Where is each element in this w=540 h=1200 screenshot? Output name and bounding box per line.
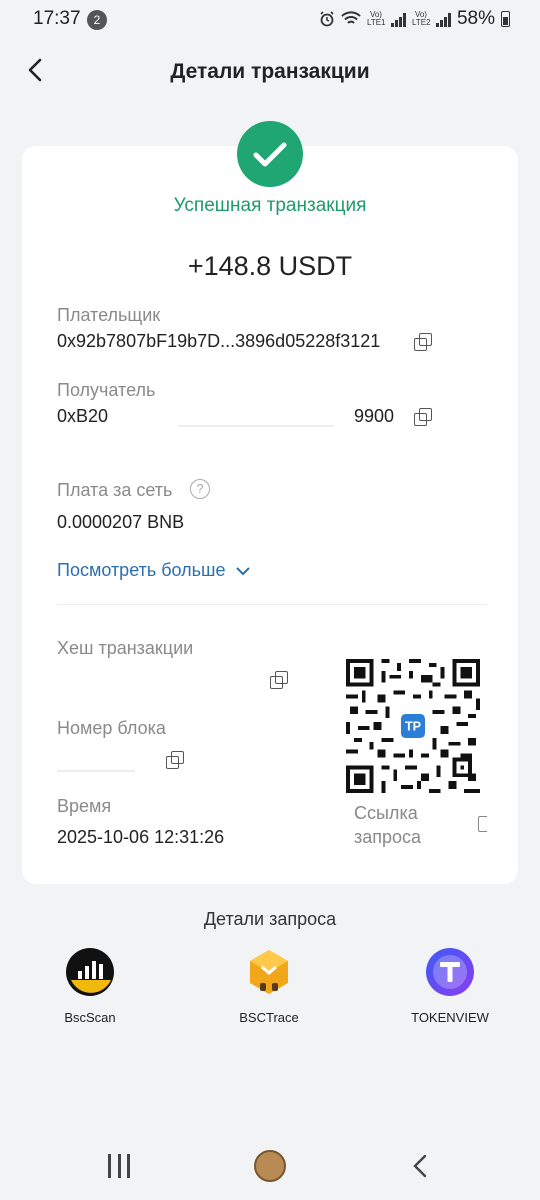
bscscan-logo-icon (66, 948, 114, 996)
time-value: 2025-10-06 12:31:26 (57, 827, 225, 847)
qr-code[interactable]: TP (345, 659, 481, 793)
block-number-label: Номер блока (57, 718, 166, 738)
copy-link-icon[interactable] (478, 816, 487, 832)
redacted-address (178, 425, 334, 427)
battery-percent: 58% (456, 8, 495, 29)
transaction-status: Успешная транзакция (173, 195, 367, 216)
recent-apps-icon[interactable] (108, 1154, 130, 1178)
explorer-tokenview[interactable]: TOKENVIEW (385, 947, 515, 1025)
status-time: 17:37 (33, 8, 81, 29)
redacted-block-number (57, 770, 135, 772)
payer-address: 0x92b7807bF19b7D...3896d05228f3121 (57, 331, 381, 351)
view-more-link[interactable]: Посмотреть больше (57, 560, 250, 581)
help-icon[interactable]: ? (190, 479, 210, 499)
sim1-lte-label: Vo) LTE1 (366, 10, 386, 27)
alarm-icon (320, 11, 334, 27)
explorer-name: BSCTrace (239, 1010, 299, 1025)
qr-caption-line2: запроса (354, 827, 422, 847)
view-more-label: Посмотреть больше (57, 560, 226, 580)
home-icon[interactable] (254, 1150, 286, 1182)
system-navigation-bar (0, 1132, 540, 1200)
explorer-name: BscScan (64, 1010, 116, 1025)
qr-caption-line1: Ссылка (354, 803, 418, 823)
recipient-address-prefix: 0xB20 (57, 406, 109, 426)
tx-hash-label: Хеш транзакции (57, 638, 194, 658)
success-check-icon (237, 121, 303, 187)
qr-badge: TP (405, 720, 421, 734)
time-label: Время (57, 796, 112, 816)
query-details-title: Детали запроса (203, 909, 337, 929)
copy-recipient-icon[interactable] (414, 408, 432, 426)
explorer-bscscan[interactable]: BscScan (25, 947, 155, 1025)
explorer-bsctrace[interactable]: BSCTrace (204, 947, 334, 1025)
network-fee-label: Плата за сеть (57, 480, 173, 500)
nav-back-icon[interactable] (407, 1152, 435, 1180)
signal-icon (435, 11, 451, 27)
network-fee-value: 0.0000207 BNB (57, 512, 185, 532)
recipient-label: Получатель (57, 380, 156, 400)
page-title: Детали транзакции (170, 60, 370, 83)
battery-icon (501, 11, 510, 27)
copy-hash-icon[interactable] (270, 671, 288, 689)
payer-label: Плательщик (57, 305, 161, 325)
tokenview-logo-icon (426, 948, 474, 996)
chevron-down-icon (235, 566, 250, 575)
recipient-address-suffix: 9900 (354, 406, 395, 426)
explorer-name: TOKENVIEW (411, 1010, 489, 1025)
sim2-lte-label: Vo) LTE2 (411, 10, 431, 27)
wifi-icon (341, 11, 361, 24)
signal-icon (390, 11, 406, 27)
status-bar: 17:37 2 Vo) LTE1 Vo) LTE2 58% (0, 0, 540, 40)
section-divider (57, 604, 487, 605)
qr-link-caption: Ссылка запроса (354, 801, 421, 849)
status-indicators: Vo) LTE1 Vo) LTE2 58% (319, 8, 510, 30)
transaction-amount: +148.8 USDT (187, 251, 353, 281)
copy-block-icon[interactable] (166, 751, 184, 769)
notification-count-badge: 2 (87, 10, 107, 30)
bsctrace-logo-icon (250, 950, 288, 994)
app-header: Детали транзакции (0, 48, 540, 96)
copy-payer-icon[interactable] (414, 333, 432, 351)
